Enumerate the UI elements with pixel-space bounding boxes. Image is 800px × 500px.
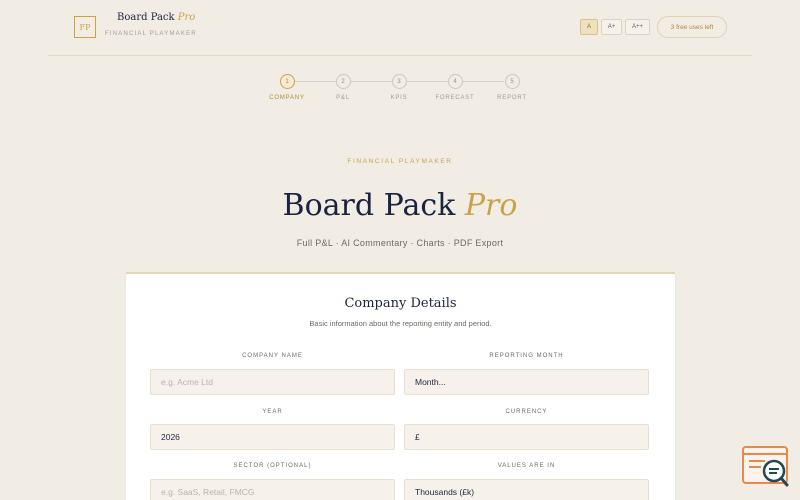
hero-title: Board Pack Pro	[0, 188, 800, 223]
company-name-label: COMPANY NAME	[242, 353, 303, 359]
company-name-input[interactable]: e.g. Acme Ltd	[150, 369, 395, 395]
hero-eyebrow: FINANCIAL PLAYMAKER	[347, 158, 453, 165]
step-number: 4	[447, 74, 463, 89]
search-chat-icon	[742, 446, 789, 487]
brand-pro: Pro	[177, 12, 196, 23]
reporting-month-select[interactable]: Month...	[404, 369, 649, 395]
step-report[interactable]: 5 REPORT	[482, 74, 542, 101]
font-size-a-plus-button[interactable]: A+	[601, 19, 622, 35]
free-uses-badge[interactable]: 3 free uses left	[657, 16, 727, 38]
step-number: 1	[279, 74, 295, 89]
step-label: COMPANY	[269, 95, 305, 101]
year-label: YEAR	[262, 409, 283, 415]
step-label: REPORT	[497, 95, 527, 101]
font-size-a-plus-plus-button[interactable]: A++	[625, 19, 650, 35]
brand-subtitle: FINANCIAL PLAYMAKER	[105, 31, 197, 37]
top-header: FP Board Pack Pro FINANCIAL PLAYMAKER A …	[48, 0, 752, 56]
step-label: P&L	[336, 95, 350, 101]
logo-mark: FP	[74, 16, 96, 38]
sector-input[interactable]: e.g. SaaS, Retail, FMCG	[150, 479, 395, 500]
font-size-controls: A A+ A++	[580, 19, 650, 35]
step-kpis[interactable]: 3 KPIS	[369, 74, 429, 101]
sector-label: SECTOR (OPTIONAL)	[233, 463, 312, 469]
card-title: Company Details	[344, 296, 457, 311]
values-in-label: VALUES ARE IN	[497, 463, 556, 469]
step-forecast[interactable]: 4 FORECAST	[425, 74, 485, 101]
step-number: 2	[335, 74, 351, 89]
step-company[interactable]: 1 COMPANY	[257, 74, 317, 101]
hero-subtitle: Full P&L · AI Commentary · Charts · PDF …	[296, 238, 504, 248]
values-in-select[interactable]: Thousands (£k)	[404, 479, 649, 500]
step-label: KPIS	[390, 95, 408, 101]
progress-stepper: 1 COMPANY 2 P&L 3 KPIS 4 FORECAST 5 REPO…	[0, 70, 800, 110]
currency-select[interactable]: £	[404, 424, 649, 450]
card-subtitle: Basic information about the reporting en…	[309, 319, 492, 328]
hero-title-main: Board Pack	[282, 188, 456, 223]
step-number: 3	[391, 74, 407, 89]
font-size-a-button[interactable]: A	[580, 19, 598, 35]
step-number: 5	[504, 74, 520, 89]
year-input[interactable]: 2026	[150, 424, 395, 450]
currency-label: CURRENCY	[505, 409, 548, 415]
hero-title-pro: Pro	[464, 188, 518, 223]
step-pl[interactable]: 2 P&L	[313, 74, 373, 101]
step-label: FORECAST	[435, 95, 475, 101]
brand-name: Board Pack	[117, 12, 175, 23]
help-widget-button[interactable]	[741, 444, 791, 490]
company-details-card: Company Details Basic information about …	[126, 272, 675, 500]
brand-title: Board Pack Pro	[117, 12, 195, 23]
reporting-month-label: REPORTING MONTH	[489, 353, 564, 359]
